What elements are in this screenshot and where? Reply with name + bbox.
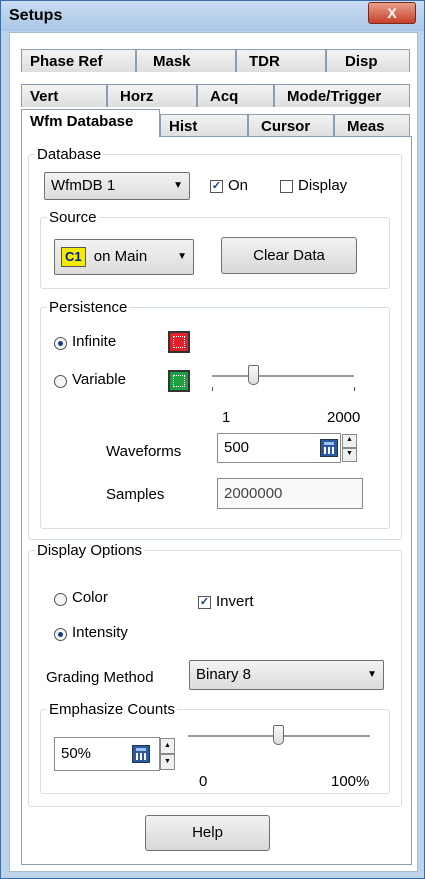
intensity-radio[interactable] <box>54 628 67 641</box>
grading-method-value: Binary 8 <box>196 666 252 683</box>
database-select[interactable]: WfmDB 1 ▼ <box>44 172 190 200</box>
on-label: On <box>228 177 249 194</box>
tab-hist[interactable]: Hist <box>160 114 248 137</box>
waveforms-spin-up[interactable]: ▲ <box>342 434 357 448</box>
infinite-label: Infinite <box>72 333 117 350</box>
emphasize-range-max: 100% <box>331 773 370 790</box>
emphasize-spin-down[interactable]: ▼ <box>160 754 175 770</box>
channel-badge: C1 <box>61 247 86 268</box>
invert-checkbox[interactable]: ✓ <box>198 596 211 609</box>
infinite-radio[interactable] <box>54 337 67 350</box>
emphasize-spin-up[interactable]: ▲ <box>160 738 175 754</box>
persistence-variable-icon[interactable] <box>168 370 190 392</box>
slider-tick <box>354 387 355 391</box>
slider-tick <box>212 387 213 391</box>
chevron-down-icon: ▼ <box>367 669 377 680</box>
display-checkbox[interactable] <box>280 180 293 193</box>
chevron-down-icon: ▼ <box>173 180 183 191</box>
tab-meas[interactable]: Meas <box>334 114 410 137</box>
samples-label: Samples <box>106 486 165 503</box>
clear-data-button[interactable]: Clear Data <box>221 237 357 274</box>
persistence-infinite-icon[interactable] <box>168 331 190 353</box>
tab-vert[interactable]: Vert <box>21 84 107 107</box>
chevron-down-icon: ▼ <box>177 251 187 262</box>
database-legend: Database <box>37 146 102 163</box>
persistence-slider-thumb[interactable] <box>248 365 259 385</box>
emphasize-slider-thumb[interactable] <box>273 725 284 745</box>
close-button[interactable]: X <box>368 2 416 24</box>
tab-horz[interactable]: Horz <box>107 84 197 107</box>
source-legend: Source <box>49 209 97 226</box>
persistence-range-max: 2000 <box>327 409 361 426</box>
tab-mode-trigger[interactable]: Mode/Trigger <box>274 84 410 107</box>
tab-phase-ref[interactable]: Phase Ref <box>21 49 136 72</box>
calculator-icon[interactable] <box>132 745 150 763</box>
samples-field: 2000000 <box>217 478 363 509</box>
source-select[interactable]: C1 on Main ▼ <box>54 239 194 275</box>
window-title: Setups <box>9 7 63 24</box>
variable-radio[interactable] <box>54 375 67 388</box>
calculator-icon[interactable] <box>320 439 338 457</box>
help-button[interactable]: Help <box>145 815 270 851</box>
waveforms-label: Waveforms <box>106 443 182 460</box>
persistence-legend: Persistence <box>49 299 128 316</box>
emphasize-counts-legend: Emphasize Counts <box>49 701 175 718</box>
tab-cursor[interactable]: Cursor <box>248 114 334 137</box>
display-label: Display <box>298 177 348 194</box>
title-bar: Setups X <box>1 1 424 31</box>
color-label: Color <box>72 589 108 606</box>
persistence-slider-track[interactable] <box>212 375 354 378</box>
display-options-legend: Display Options <box>37 542 143 559</box>
color-radio[interactable] <box>54 593 67 606</box>
tab-acq[interactable]: Acq <box>197 84 274 107</box>
variable-label: Variable <box>72 371 126 388</box>
emphasize-range-min: 0 <box>199 773 208 790</box>
grading-method-select[interactable]: Binary 8 ▼ <box>189 660 384 690</box>
on-checkbox[interactable]: ✓ <box>210 180 223 193</box>
source-select-value: on Main <box>93 248 148 265</box>
wfm-database-page: Database WfmDB 1 ▼ ✓ On Display Source C… <box>21 136 412 865</box>
persistence-range-min: 1 <box>222 409 231 426</box>
tab-mask[interactable]: Mask <box>136 49 236 72</box>
invert-label: Invert <box>216 593 254 610</box>
tab-disp[interactable]: Disp <box>326 49 410 72</box>
tab-wfm-database[interactable]: Wfm Database <box>21 109 160 137</box>
intensity-label: Intensity <box>72 624 128 641</box>
tab-tdr[interactable]: TDR <box>236 49 326 72</box>
setups-window: Setups X Phase Ref Mask TDR Disp Vert Ho… <box>0 0 425 879</box>
database-select-value: WfmDB 1 <box>51 177 116 194</box>
grading-method-label: Grading Method <box>46 669 154 686</box>
waveforms-spin-down[interactable]: ▼ <box>342 448 357 462</box>
